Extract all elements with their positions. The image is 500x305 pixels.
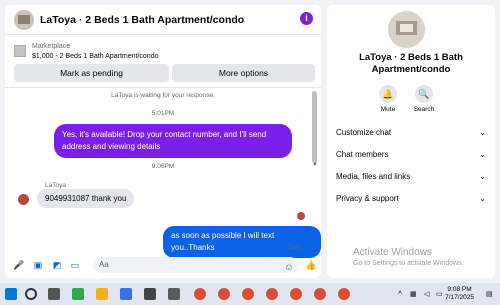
search-button[interactable]: 🔍 Search — [404, 85, 444, 113]
marketplace-label: Marketplace — [32, 43, 71, 50]
search-label: Search — [413, 106, 435, 113]
like-icon[interactable]: 👍 — [305, 260, 316, 270]
timestamp: 9:06PM — [151, 163, 175, 170]
battery-icon[interactable]: ▭ — [436, 290, 443, 298]
mute-button[interactable]: 🔔 Mute — [368, 85, 408, 113]
browser-icon[interactable] — [72, 288, 84, 300]
gif-icon[interactable]: ▭ — [70, 260, 80, 270]
chat-members-item[interactable]: Chat members ⌄ — [336, 150, 486, 159]
app-icon[interactable] — [120, 288, 132, 300]
taskbar: ˄ ▦ ◁ ▭ 9:08 PM 7/17/2025 ▤ — [0, 283, 500, 305]
clock[interactable]: 9:08 PM 7/17/2025 — [445, 286, 474, 302]
mark-as-pending-button[interactable]: Mark as pending — [14, 64, 169, 82]
app-icon[interactable] — [168, 288, 180, 300]
chrome-icon[interactable] — [218, 288, 230, 300]
message-list: LaToya is waiting for your response. 5:0… — [5, 88, 321, 258]
chevron-down-icon: ⌄ — [479, 128, 486, 137]
composer: 🎤 ▣ ◩ ▭ Aa ☺ 👍 — [5, 253, 321, 277]
incoming-message[interactable]: 9049931087 thank you — [37, 189, 135, 208]
search-icon[interactable] — [25, 288, 37, 300]
microphone-icon[interactable]: 🎤 — [13, 260, 24, 270]
sender-avatar[interactable] — [17, 193, 30, 206]
app-icon[interactable] — [144, 288, 156, 300]
media-files-links-item[interactable]: Media, files and links ⌄ — [336, 172, 486, 181]
outgoing-message[interactable]: Yes, it's available! Drop your contact n… — [54, 124, 292, 158]
listing-thumbnail[interactable] — [14, 45, 26, 57]
chrome-icon[interactable] — [290, 288, 302, 300]
avatar[interactable] — [14, 9, 34, 30]
customize-chat-item[interactable]: Customize chat ⌄ — [336, 128, 486, 137]
seen-avatar — [297, 212, 305, 220]
info-icon[interactable]: i — [300, 12, 313, 25]
more-options-button[interactable]: More options — [172, 64, 315, 82]
listing-description[interactable]: $1,000 - 2 Beds 1 Bath Apartment/condo — [32, 53, 158, 60]
bell-icon: 🔔 — [379, 85, 397, 103]
chevron-up-icon[interactable]: ˄ — [398, 290, 402, 297]
emoji-icon[interactable]: ☺ — [284, 262, 294, 272]
mute-label: Mute — [380, 106, 396, 113]
message-status: Sent — [288, 245, 301, 251]
chat-header: LaToya · 2 Beds 1 Bath Apartment/condo i — [5, 5, 321, 35]
chevron-down-icon: ⌄ — [479, 172, 486, 181]
chat-panel: LaToya · 2 Beds 1 Bath Apartment/condo i… — [5, 5, 321, 278]
waiting-notice: LaToya is waiting for your response. — [111, 92, 215, 99]
conversation-info-panel: LaToya · 2 Beds 1 Bath Apartment/condo 🔔… — [327, 5, 495, 278]
scroll-down-icon[interactable]: ▼ — [312, 162, 318, 168]
chevron-down-icon: ⌄ — [479, 150, 486, 159]
timestamp: 5:01PM — [151, 110, 175, 117]
chrome-icon[interactable] — [266, 288, 278, 300]
chrome-icon[interactable] — [338, 288, 350, 300]
chrome-icon[interactable] — [314, 288, 326, 300]
chrome-icon[interactable] — [242, 288, 254, 300]
search-icon: 🔍 — [415, 85, 433, 103]
chrome-icon[interactable] — [194, 288, 206, 300]
message-input[interactable]: Aa — [93, 257, 298, 273]
activate-windows-title: Activate Windows — [353, 247, 432, 258]
scrollbar[interactable] — [312, 91, 317, 163]
privacy-support-item[interactable]: Privacy & support ⌄ — [336, 194, 486, 203]
sticker-icon[interactable]: ◩ — [52, 260, 62, 270]
notifications-icon[interactable]: ▤ — [486, 290, 493, 298]
start-icon[interactable] — [5, 288, 17, 300]
chevron-down-icon: ⌄ — [479, 194, 486, 203]
activate-windows-subtitle: Go to Settings to activate Windows. — [353, 260, 464, 267]
file-explorer-icon[interactable] — [96, 288, 108, 300]
conversation-title: LaToya · 2 Beds 1 Bath Apartment/condo — [359, 52, 463, 75]
listing-photo[interactable] — [388, 11, 425, 48]
task-view-icon[interactable] — [48, 288, 60, 300]
photo-icon[interactable]: ▣ — [33, 260, 43, 270]
volume-icon[interactable]: ◁ — [424, 290, 429, 298]
chat-title[interactable]: LaToya · 2 Beds 1 Bath Apartment/condo — [40, 14, 244, 26]
network-icon[interactable]: ▦ — [410, 290, 417, 298]
sender-name: LaToya — [45, 182, 66, 189]
